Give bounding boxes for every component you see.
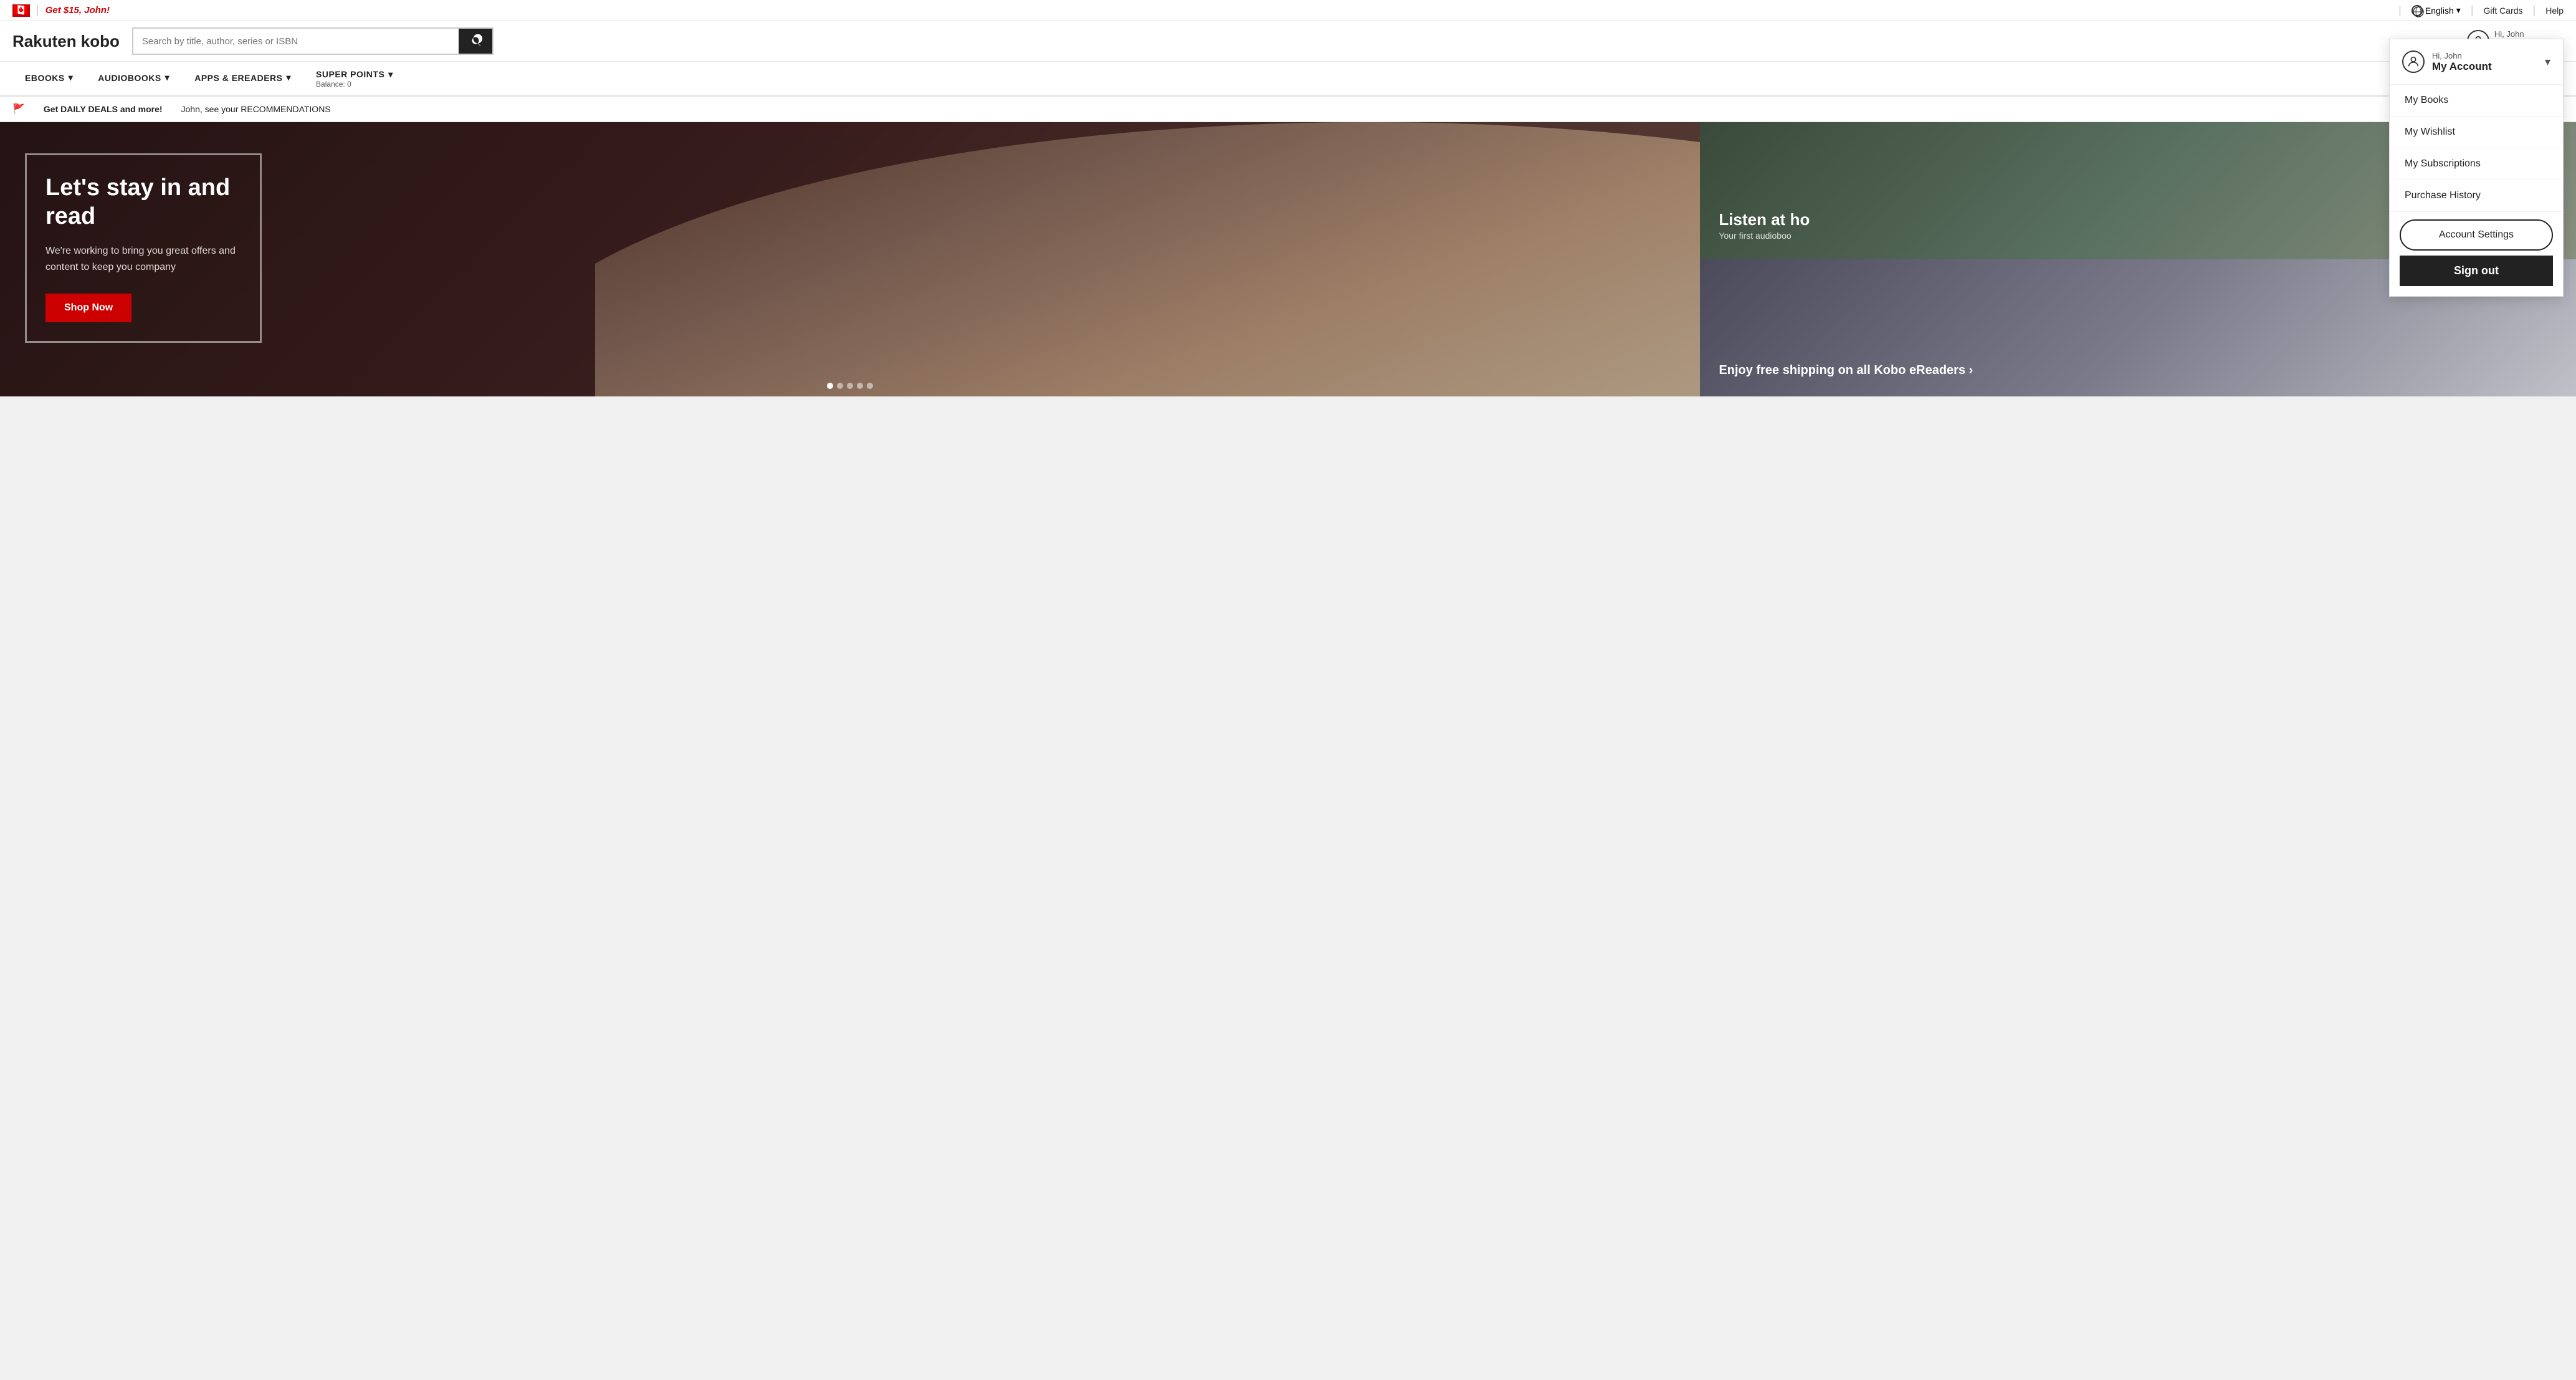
promo-bar: 🚩 Get DAILY DEALS and more! John, see yo… bbox=[0, 97, 2576, 122]
dropdown-person-icon bbox=[2407, 55, 2420, 69]
promo-flag-icon: 🚩 bbox=[12, 103, 25, 115]
nav-apps-ereaders[interactable]: APPS & eREADERS ▾ bbox=[182, 62, 303, 95]
hero-subtitle: We're working to bring you great offers … bbox=[45, 243, 241, 275]
hero-main: Let's stay in and read We're working to … bbox=[0, 122, 1700, 396]
slider-dot-1[interactable] bbox=[827, 383, 833, 389]
search-bar bbox=[132, 27, 494, 55]
divider3: | bbox=[2471, 4, 2474, 17]
nav-ebooks[interactable]: eBOOKS ▾ bbox=[12, 62, 85, 95]
apps-chevron-icon: ▾ bbox=[287, 72, 292, 83]
divider4: | bbox=[2533, 4, 2536, 17]
dropdown-header[interactable]: Hi, John My Account ▾ bbox=[2390, 39, 2563, 85]
side-bottom-title: Enjoy free shipping on all Kobo eReaders… bbox=[1719, 363, 2557, 378]
audiobooks-chevron-icon: ▾ bbox=[165, 72, 170, 83]
nav-bar: eBOOKS ▾ AUDIOBOOKS ▾ APPS & eREADERS ▾ … bbox=[0, 62, 2576, 97]
nav-super-points[interactable]: SUPER POINTS ▾ Balance: 0 bbox=[303, 62, 406, 95]
slider-dot-2[interactable] bbox=[837, 383, 843, 389]
divider: | bbox=[36, 4, 39, 17]
language-label: English bbox=[2425, 6, 2454, 16]
ebooks-chevron-icon: ▾ bbox=[69, 72, 74, 83]
nav-audiobooks[interactable]: AUDIOBOOKS ▾ bbox=[85, 62, 182, 95]
dropdown-user-icon bbox=[2402, 50, 2425, 73]
apps-ereaders-label: APPS & eREADERS bbox=[194, 73, 282, 83]
globe-icon bbox=[2411, 5, 2423, 16]
hero-title: Let's stay in and read bbox=[45, 174, 241, 231]
shop-now-button[interactable]: Shop Now bbox=[45, 294, 131, 322]
header: Rakuten kobo Hi, John My Account ▾ bbox=[0, 21, 2576, 62]
top-bar-left: 🇨🇦 | Get $15, John! bbox=[12, 4, 110, 17]
audiobooks-label: AUDIOBOOKS bbox=[98, 73, 161, 83]
slider-dot-3[interactable] bbox=[847, 383, 853, 389]
logo-rakuten: Rakuten bbox=[12, 32, 77, 50]
slider-dots bbox=[827, 383, 873, 389]
divider2: | bbox=[2398, 4, 2402, 17]
purchase-history-link[interactable]: Purchase History bbox=[2390, 180, 2563, 212]
super-points-top: SUPER POINTS ▾ bbox=[316, 69, 393, 80]
chevron-down-icon: ▾ bbox=[2456, 5, 2461, 16]
hero-content: Let's stay in and read We're working to … bbox=[25, 153, 262, 343]
top-bar: 🇨🇦 | Get $15, John! | English ▾ | Gift C… bbox=[0, 0, 2576, 21]
promo-text[interactable]: Get $15, John! bbox=[45, 5, 110, 16]
canada-flag-icon: 🇨🇦 bbox=[12, 4, 30, 17]
dropdown-chevron-icon: ▾ bbox=[2545, 55, 2550, 69]
logo-kobo: kobo bbox=[77, 32, 120, 50]
search-icon bbox=[469, 34, 482, 48]
recommendations-text[interactable]: John, see your RECOMMENDATIONS bbox=[181, 104, 331, 114]
super-balance: Balance: 0 bbox=[316, 80, 351, 89]
account-dropdown: Hi, John My Account ▾ My Books My Wishli… bbox=[2389, 39, 2564, 297]
my-subscriptions-link[interactable]: My Subscriptions bbox=[2390, 148, 2563, 180]
search-button[interactable] bbox=[459, 29, 492, 54]
hero-border: Let's stay in and read We're working to … bbox=[25, 153, 262, 343]
super-points-label: SUPER POINTS bbox=[316, 69, 384, 79]
sign-out-button[interactable]: Sign out bbox=[2400, 256, 2553, 286]
help-link[interactable]: Help bbox=[2545, 6, 2564, 16]
dropdown-hi-text: Hi, John bbox=[2432, 51, 2492, 60]
my-wishlist-link[interactable]: My Wishlist bbox=[2390, 117, 2563, 148]
dropdown-my-account-label: My Account bbox=[2432, 60, 2492, 73]
super-chevron-icon: ▾ bbox=[388, 69, 393, 80]
my-books-link[interactable]: My Books bbox=[2390, 85, 2563, 117]
gift-cards-link[interactable]: Gift Cards bbox=[2484, 6, 2523, 16]
slider-dot-5[interactable] bbox=[867, 383, 873, 389]
logo[interactable]: Rakuten kobo bbox=[12, 32, 120, 51]
daily-deals-text[interactable]: Get DAILY DEALS and more! bbox=[44, 104, 163, 114]
slider-dot-4[interactable] bbox=[857, 383, 863, 389]
ebooks-label: eBOOKS bbox=[25, 73, 65, 83]
language-selector[interactable]: English ▾ bbox=[2411, 5, 2461, 16]
hero-area: Let's stay in and read We're working to … bbox=[0, 122, 2576, 396]
account-settings-link[interactable]: Account Settings bbox=[2400, 219, 2553, 251]
dropdown-account-text: Hi, John My Account bbox=[2432, 51, 2492, 73]
search-input[interactable] bbox=[133, 29, 459, 54]
